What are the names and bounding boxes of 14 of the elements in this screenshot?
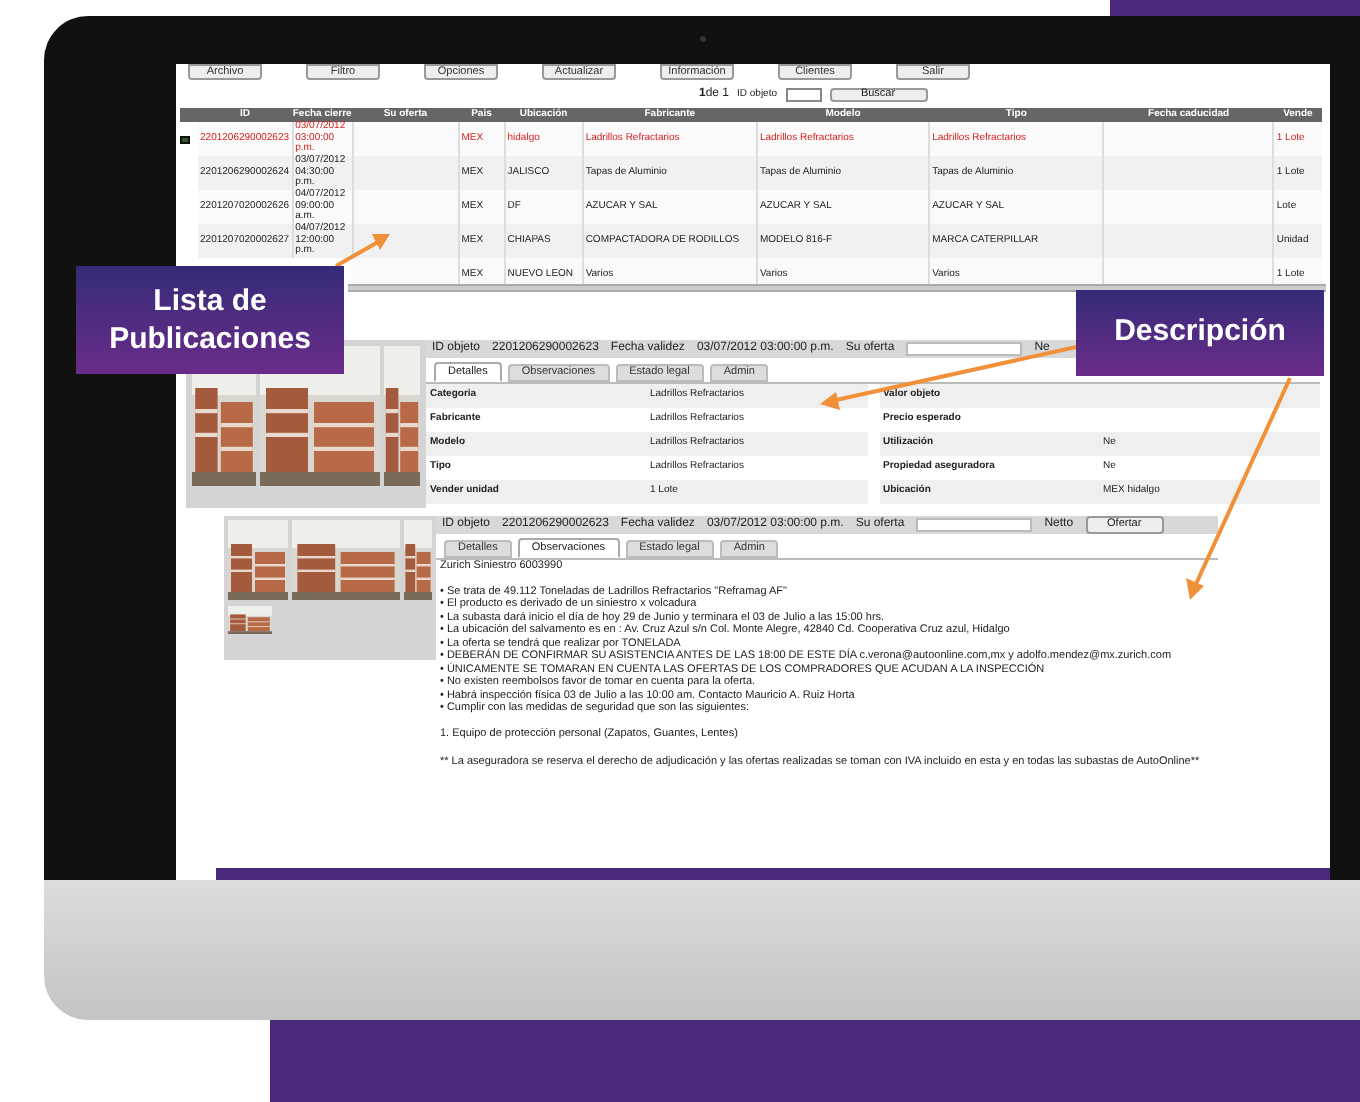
offer-input[interactable] (906, 342, 1023, 356)
splitter[interactable] (348, 284, 1326, 292)
id-search-field[interactable] (785, 88, 822, 102)
offer-input[interactable] (916, 518, 1033, 532)
table-cell (352, 122, 459, 156)
document-icon (180, 135, 190, 143)
table-cell (352, 190, 459, 224)
table-cell (352, 224, 459, 258)
table-cell (352, 156, 459, 190)
callout-label: Lista de Publicaciones (76, 266, 344, 374)
callout-label: Descripción (1076, 290, 1324, 376)
table-header (180, 108, 199, 122)
arrow (335, 234, 390, 268)
table-cell (352, 258, 459, 284)
